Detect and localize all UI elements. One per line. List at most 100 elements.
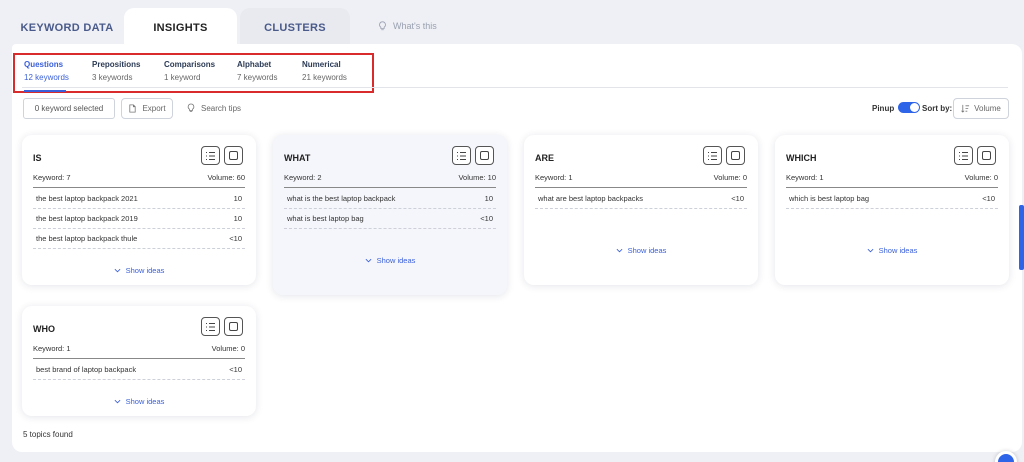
topic-card-are: ARE Keyword: 1 Volume: 0 what are best l…	[524, 135, 758, 285]
show-ideas-label: Show ideas	[125, 266, 165, 275]
subtab-prepositions[interactable]: Prepositions 3 keywords	[92, 60, 140, 82]
keyword-volume: 10	[233, 194, 242, 203]
pinup-label: Pinup	[872, 104, 895, 113]
subtab-numerical[interactable]: Numerical 21 keywords	[302, 60, 347, 82]
select-checkbox[interactable]	[977, 146, 996, 165]
subtab-title: Numerical	[302, 60, 341, 69]
keyword-row[interactable]: which is best laptop bag <10	[786, 189, 998, 209]
checkbox-icon	[731, 151, 740, 160]
keyword-row[interactable]: the best laptop backpack 2019 10	[33, 209, 245, 229]
show-ideas-label: Show ideas	[627, 246, 667, 255]
checkbox-icon	[982, 151, 991, 160]
insights-panel: Questions 12 keywords Prepositions 3 key…	[12, 44, 1022, 452]
card-meta: Keyword: 7 Volume: 60	[33, 173, 245, 182]
subtab-questions[interactable]: Questions 12 keywords	[24, 60, 69, 92]
keyword-row[interactable]: what is the best laptop backpack 10	[284, 189, 496, 209]
keyword-text: the best laptop backpack thule	[36, 234, 138, 243]
list-icon	[959, 151, 968, 160]
keyword-text: what are best laptop backpacks	[538, 194, 644, 203]
volume-total: Volume: 0	[713, 173, 747, 182]
search-tips-link[interactable]: Search tips	[187, 103, 241, 113]
tab-insights[interactable]: INSIGHTS	[124, 8, 237, 48]
main-tab-bar: KEYWORD DATA INSIGHTS CLUSTERS What's th…	[0, 0, 1024, 48]
topic-card-what: WHAT Keyword: 2 Volume: 10 what is the b…	[273, 135, 507, 295]
list-icon	[708, 151, 717, 160]
keyword-list: best brand of laptop backpack <10	[33, 360, 245, 380]
sort-volume-button[interactable]: Volume	[953, 98, 1009, 119]
list-view-button[interactable]	[703, 146, 722, 165]
select-checkbox[interactable]	[224, 146, 243, 165]
show-ideas-link[interactable]: Show ideas	[524, 246, 758, 255]
keyword-row[interactable]: the best laptop backpack 2021 10	[33, 189, 245, 209]
volume-total: Volume: 60	[207, 173, 245, 182]
lightbulb-icon	[187, 103, 195, 112]
list-view-button[interactable]	[452, 146, 471, 165]
volume-total: Volume: 10	[458, 173, 496, 182]
keyword-list: what are best laptop backpacks <10	[535, 189, 747, 209]
select-checkbox[interactable]	[475, 146, 494, 165]
card-meta: Keyword: 1 Volume: 0	[535, 173, 747, 182]
list-view-button[interactable]	[954, 146, 973, 165]
whats-this-link[interactable]: What's this	[378, 21, 437, 31]
show-ideas-link[interactable]: Show ideas	[273, 256, 507, 265]
topics-found-count: 5 topics found	[23, 430, 73, 439]
checkbox-icon	[480, 151, 489, 160]
card-divider	[786, 187, 998, 188]
keyword-count: Keyword: 2	[284, 173, 322, 182]
export-icon	[129, 104, 137, 113]
card-title: ARE	[535, 153, 555, 163]
whats-this-label: What's this	[393, 21, 437, 31]
chevron-down-icon	[365, 258, 372, 263]
keyword-count: Keyword: 7	[33, 173, 71, 182]
subtab-count: 7 keywords	[237, 73, 278, 82]
topic-card-who: WHO Keyword: 1 Volume: 0 best brand of l…	[22, 306, 256, 416]
keyword-row[interactable]: what is best laptop bag <10	[284, 209, 496, 229]
sort-icon	[961, 104, 970, 113]
card-meta: Keyword: 1 Volume: 0	[33, 344, 245, 353]
show-ideas-link[interactable]: Show ideas	[22, 397, 256, 406]
card-title: WHAT	[284, 153, 311, 163]
sort-value: Volume	[974, 104, 1001, 113]
keyword-text: what is the best laptop backpack	[287, 194, 396, 203]
keyword-list: the best laptop backpack 2021 10 the best…	[33, 189, 245, 249]
tab-clusters[interactable]: CLUSTERS	[240, 8, 350, 48]
export-button[interactable]: Export	[121, 98, 173, 119]
scrollbar-thumb[interactable]	[1019, 205, 1024, 270]
subtab-count: 3 keywords	[92, 73, 133, 82]
subtab-count: 21 keywords	[302, 73, 347, 82]
list-view-button[interactable]	[201, 146, 220, 165]
keyword-list: what is the best laptop backpack 10 what …	[284, 189, 496, 229]
chevron-down-icon	[616, 248, 623, 253]
subtab-title: Comparisons	[164, 60, 216, 69]
show-ideas-link[interactable]: Show ideas	[775, 246, 1009, 255]
show-ideas-link[interactable]: Show ideas	[22, 266, 256, 275]
keyword-selected-box[interactable]: 0 keyword selected	[23, 98, 115, 119]
keyword-text: which is best laptop bag	[789, 194, 870, 203]
keyword-count: Keyword: 1	[786, 173, 824, 182]
topic-card-which: WHICH Keyword: 1 Volume: 0 which is best…	[775, 135, 1009, 285]
keyword-row[interactable]: what are best laptop backpacks <10	[535, 189, 747, 209]
select-checkbox[interactable]	[726, 146, 745, 165]
card-divider	[535, 187, 747, 188]
subtab-title: Alphabet	[237, 60, 272, 69]
subtab-comparisons[interactable]: Comparisons 1 keyword	[164, 60, 215, 82]
keyword-volume: <10	[982, 194, 995, 203]
keyword-text: the best laptop backpack 2021	[36, 194, 138, 203]
topic-card-is: IS Keyword: 7 Volume: 60 the best laptop…	[22, 135, 256, 285]
keyword-row[interactable]: the best laptop backpack thule <10	[33, 229, 245, 249]
subtab-alphabet[interactable]: Alphabet 7 keywords	[237, 60, 277, 82]
keyword-row[interactable]: best brand of laptop backpack <10	[33, 360, 245, 380]
keyword-text: what is best laptop bag	[287, 214, 364, 223]
select-checkbox[interactable]	[224, 317, 243, 336]
list-view-button[interactable]	[201, 317, 220, 336]
show-ideas-label: Show ideas	[125, 397, 165, 406]
pinup-toggle[interactable]	[898, 102, 920, 113]
tab-keyword-data[interactable]: KEYWORD DATA	[14, 8, 120, 48]
show-ideas-label: Show ideas	[878, 246, 918, 255]
keyword-count: Keyword: 1	[33, 344, 71, 353]
help-chat-button[interactable]	[995, 451, 1017, 462]
card-meta: Keyword: 2 Volume: 10	[284, 173, 496, 182]
export-label: Export	[142, 104, 166, 113]
subtab-title: Prepositions	[92, 60, 141, 69]
chevron-down-icon	[867, 248, 874, 253]
